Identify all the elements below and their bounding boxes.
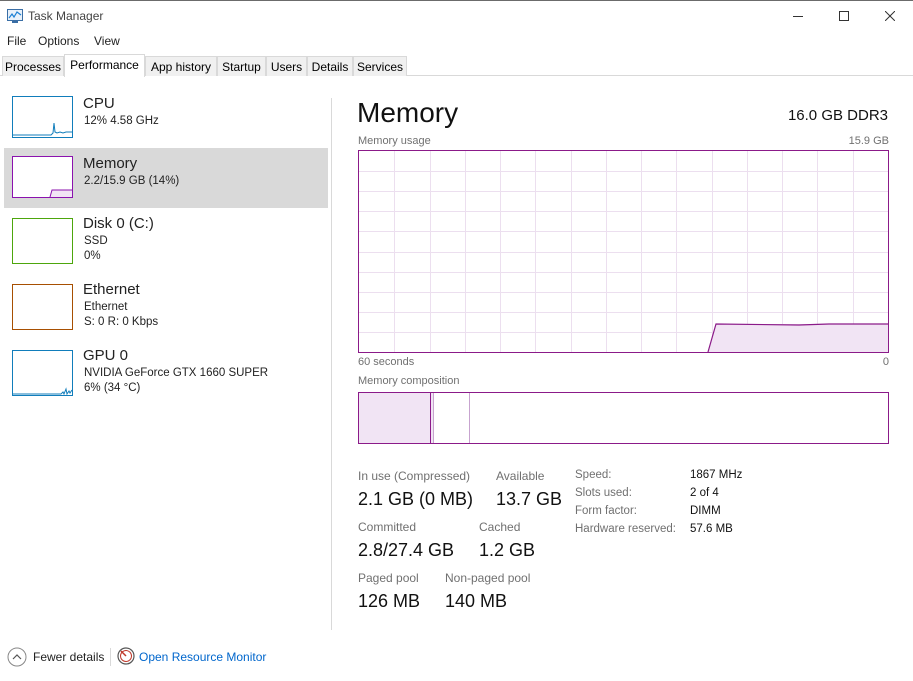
time-axis-left-label: 60 seconds: [358, 356, 415, 368]
in-use-label: In use (Compressed): [358, 469, 471, 483]
graph-grid: [359, 151, 888, 352]
menu-file[interactable]: File: [7, 34, 26, 48]
tab-bar: Processes Performance App history Startu…: [0, 54, 913, 77]
sidebar-item-label: Ethernet: [83, 281, 140, 298]
sidebar-item-detail: NVIDIA GeForce GTX 1660 SUPER: [84, 367, 269, 379]
open-resource-monitor-link[interactable]: Open Resource Monitor: [139, 650, 266, 664]
sidebar-item-gpu[interactable]: GPU 0 NVIDIA GeForce GTX 1660 SUPER 6% (…: [4, 340, 328, 400]
disk-thumbnail-graph: [12, 218, 73, 264]
window-title: Task Manager: [28, 9, 104, 23]
tab-processes[interactable]: Processes: [2, 56, 64, 76]
memory-usage-chart: [359, 151, 888, 352]
memory-usage-label: Memory usage: [358, 135, 431, 147]
sidebar-item-memory[interactable]: Memory 2.2/15.9 GB (14%): [4, 148, 328, 208]
form-factor-label: Form factor:: [575, 505, 637, 517]
slots-used-value: 2 of 4: [690, 487, 719, 499]
in-use-value: 2.1 GB (0 MB): [358, 489, 474, 509]
page-title: Memory: [357, 97, 459, 128]
sidebar-item-detail: Ethernet: [84, 301, 128, 313]
tab-startup[interactable]: Startup: [217, 56, 266, 76]
tab-users[interactable]: Users: [266, 56, 307, 76]
tab-services[interactable]: Services: [353, 56, 407, 76]
speed-label: Speed:: [575, 469, 612, 481]
form-factor-value: DIMM: [690, 505, 721, 517]
composition-in-use: [359, 393, 431, 443]
footer-divider: [110, 648, 111, 666]
sidebar-item-ethernet[interactable]: Ethernet Ethernet S: 0 R: 0 Kbps: [4, 274, 328, 334]
memory-usage-graph: [358, 150, 889, 353]
menu-bar: File Options View: [0, 31, 913, 51]
cached-label: Cached: [479, 520, 521, 534]
maximize-button[interactable]: [821, 2, 867, 30]
sidebar-item-label: Disk 0 (C:): [83, 215, 154, 232]
non-paged-pool-label: Non-paged pool: [445, 571, 531, 585]
sidebar-item-detail: 0%: [84, 250, 101, 262]
sidebar-item-label: Memory: [83, 155, 138, 172]
close-icon: [885, 11, 895, 21]
available-label: Available: [496, 469, 545, 483]
hardware-reserved-value: 57.6 MB: [690, 523, 733, 535]
task-manager-app-icon: [7, 9, 23, 23]
memory-thumbnail-graph: [12, 156, 73, 198]
menu-options[interactable]: Options: [38, 34, 79, 48]
minimize-icon: [793, 16, 803, 17]
gpu-thumbnail-graph: [12, 350, 73, 396]
close-button[interactable]: [867, 2, 913, 30]
memory-composition-bar: [358, 392, 889, 444]
tab-app-history[interactable]: App history: [145, 56, 217, 76]
time-axis-right-label: 0: [882, 356, 889, 368]
hardware-reserved-label: Hardware reserved:: [575, 523, 676, 535]
panel-divider[interactable]: [331, 98, 332, 630]
slots-used-label: Slots used:: [575, 487, 632, 499]
speed-value: 1867 MHz: [690, 469, 743, 481]
non-paged-pool-value: 140 MB: [445, 591, 508, 611]
cached-value: 1.2 GB: [479, 540, 536, 560]
memory-composition-label: Memory composition: [358, 375, 460, 387]
sidebar-item-detail: S: 0 R: 0 Kbps: [84, 316, 159, 328]
paged-pool-label: Paged pool: [358, 571, 419, 585]
title-bar: Task Manager: [0, 0, 913, 30]
sidebar-item-detail: 12% 4.58 GHz: [84, 115, 159, 127]
sidebar-item-detail: SSD: [84, 235, 108, 247]
sidebar-item-label: CPU: [83, 95, 115, 112]
cpu-thumbnail-graph: [12, 96, 73, 138]
paged-pool-value: 126 MB: [358, 591, 421, 611]
maximize-icon: [839, 11, 849, 21]
minimize-button[interactable]: [775, 2, 821, 30]
memory-spec: 16.0 GB DDR3: [787, 107, 888, 124]
memory-usage-max: 15.9 GB: [848, 135, 889, 147]
sidebar-item-cpu[interactable]: CPU 12% 4.58 GHz: [4, 88, 328, 148]
tab-details[interactable]: Details: [307, 56, 353, 76]
sidebar-item-detail: 6% (34 °C): [84, 382, 141, 394]
chevron-up-circle-icon[interactable]: [7, 647, 27, 667]
available-value: 13.7 GB: [496, 489, 563, 509]
menu-view[interactable]: View: [94, 34, 120, 48]
memory-usage-area: [708, 324, 888, 352]
sidebar-item-label: GPU 0: [83, 347, 129, 364]
sidebar-item-disk[interactable]: Disk 0 (C:) SSD 0%: [4, 208, 328, 268]
resource-monitor-icon: [117, 647, 135, 665]
composition-standby: [434, 393, 470, 443]
sidebar-item-detail: 2.2/15.9 GB (14%): [84, 175, 180, 187]
fewer-details-button[interactable]: Fewer details: [33, 650, 104, 664]
committed-value: 2.8/27.4 GB: [358, 540, 455, 560]
ethernet-thumbnail-graph: [12, 284, 73, 330]
committed-label: Committed: [358, 520, 417, 534]
tab-performance[interactable]: Performance: [64, 54, 145, 77]
